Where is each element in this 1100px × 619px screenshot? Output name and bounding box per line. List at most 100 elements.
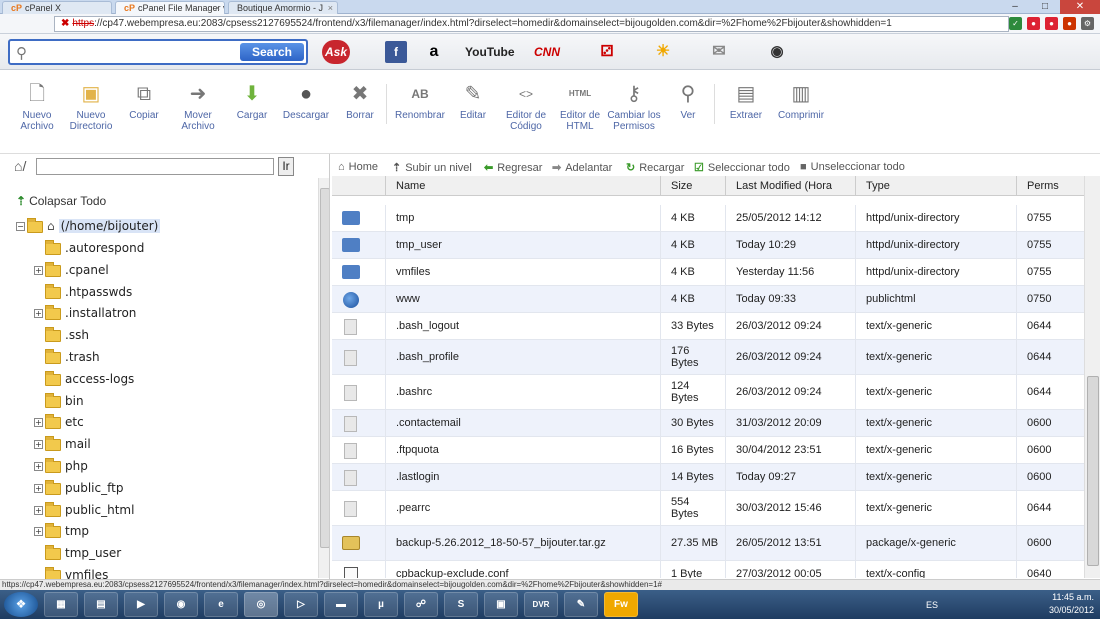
close-tab-icon[interactable]: ×: [328, 2, 333, 14]
toolbar-download[interactable]: ● Descargar: [276, 82, 336, 121]
file-list-scrollbar[interactable]: [1084, 176, 1100, 578]
tab-file-manager[interactable]: cP cPanel File Manager v ×: [115, 1, 225, 14]
toolbar-permissions[interactable]: ⚷ Cambiar los Permisos: [604, 82, 664, 132]
table-row[interactable]: tmp 4 KB 25/05/2012 14:12 httpd/unix-direct…: [332, 205, 1084, 232]
weather-icon[interactable]: ☀: [650, 41, 676, 63]
expand-node-icon[interactable]: +: [34, 309, 43, 318]
go-button[interactable]: Ir: [278, 157, 294, 176]
close-window-icon[interactable]: ✕: [1060, 0, 1100, 14]
tree-node[interactable]: + public_html: [34, 500, 134, 520]
table-row[interactable]: .bashrc 124 Bytes 26/03/2012 09:24 text/x-g…: [332, 375, 1084, 410]
close-tab-icon[interactable]: ×: [215, 2, 220, 14]
tree-node[interactable]: +.trash: [34, 347, 100, 367]
chrome-icon[interactable]: ◎: [244, 592, 278, 617]
ask-search-button[interactable]: Search: [240, 43, 304, 61]
tree-node[interactable]: +bin: [34, 391, 84, 411]
table-row[interactable]: .bash_logout 33 Bytes 26/03/2012 09:24 text…: [332, 313, 1084, 340]
home-link[interactable]: ⌂ Home: [338, 161, 378, 173]
extension-icon[interactable]: ●: [1045, 17, 1058, 30]
table-row[interactable]: backup-5.26.2012_18-50-57_bijouter.tar.g…: [332, 526, 1084, 561]
toolbar-upload[interactable]: ⬇ Cargar: [222, 82, 282, 121]
tree-node[interactable]: + public_ftp: [34, 478, 123, 498]
maximize-icon[interactable]: □: [1030, 0, 1060, 14]
toolbar-view[interactable]: ⚲ Ver: [658, 82, 718, 121]
windows-explorer-icon[interactable]: ▦: [44, 592, 78, 617]
amazon-icon[interactable]: a: [423, 41, 445, 63]
unselect-all-link[interactable]: ■ Unseleccionar todo: [800, 161, 905, 173]
header-size[interactable]: Size: [660, 176, 725, 196]
toolbar-delete[interactable]: ✖ Borrar: [330, 82, 390, 121]
expand-node-icon[interactable]: +: [34, 527, 43, 536]
skype-icon[interactable]: S: [444, 592, 478, 617]
tree-node[interactable]: + etc: [34, 412, 84, 432]
toolbar-move[interactable]: ➜ Mover Archivo: [168, 82, 228, 132]
tree-node[interactable]: +access-logs: [34, 369, 134, 389]
tree-node[interactable]: + mail: [34, 434, 91, 454]
table-row[interactable]: .pearrc 554 Bytes 30/03/2012 15:46 text/x-g…: [332, 491, 1084, 526]
ask-logo[interactable]: Ask: [322, 40, 350, 64]
select-all-link[interactable]: ☑ Seleccionar todo: [694, 161, 790, 174]
url-input[interactable]: ✖ https://cp47.webempresa.eu:2083/cpsess2…: [54, 16, 1009, 32]
extension-icon[interactable]: ●: [1027, 17, 1040, 30]
youtube-icon[interactable]: YouTube: [465, 41, 515, 63]
games-icon[interactable]: ⚂: [592, 41, 622, 63]
media-app-icon[interactable]: ▶: [124, 592, 158, 617]
table-row[interactable]: cpbackup-exclude.conf 1 Byte 27/03/2012 00…: [332, 561, 1084, 578]
network-app-icon[interactable]: ☍: [404, 592, 438, 617]
tree-node[interactable]: +.ssh: [34, 325, 89, 345]
notepad-icon[interactable]: ✎: [564, 592, 598, 617]
tree-node[interactable]: +vmfiles: [34, 565, 108, 579]
expand-node-icon[interactable]: +: [34, 506, 43, 515]
table-row[interactable]: tmp_user 4 KB Today 10:29 httpd/unix-direct…: [332, 232, 1084, 259]
expand-node-icon[interactable]: +: [34, 462, 43, 471]
toolbar-rename[interactable]: AB Renombrar: [390, 82, 450, 121]
minimize-icon[interactable]: –: [1000, 0, 1030, 14]
tree-root[interactable]: − ⌂ (/home/bijouter): [16, 216, 161, 236]
toolbar-new-file[interactable]: 🗋 Nuevo Archivo: [7, 82, 67, 132]
system-clock[interactable]: 11:45 a.m. 30/05/2012: [1049, 591, 1094, 617]
table-row[interactable]: .lastlogin 14 Bytes Today 09:27 text/x-gene…: [332, 464, 1084, 491]
toolbar-new-folder[interactable]: ▣ Nuevo Directorio: [61, 82, 121, 132]
radio-icon[interactable]: ◉: [762, 41, 792, 63]
expand-node-icon[interactable]: +: [34, 266, 43, 275]
toolbar-extract[interactable]: ▤ Extraer: [716, 82, 776, 121]
start-button[interactable]: ❖: [4, 592, 38, 617]
facebook-icon[interactable]: f: [385, 41, 407, 63]
expand-node-icon[interactable]: +: [34, 484, 43, 493]
collapse-all-link[interactable]: ⇡ Colapsar Todo: [16, 194, 106, 208]
firefox-icon[interactable]: ◉: [164, 592, 198, 617]
back-link[interactable]: ⬅ Regresar: [484, 161, 542, 174]
tree-node[interactable]: + .cpanel: [34, 260, 109, 280]
toolbar-compress[interactable]: ▥ Comprimir: [771, 82, 831, 121]
table-row[interactable]: .contactemail 30 Bytes 31/03/2012 20:09 tex…: [332, 410, 1084, 437]
up-one-level-link[interactable]: ⇡ Subir un nivel: [392, 161, 472, 174]
tree-node[interactable]: +.autorespond: [34, 238, 144, 258]
expand-node-icon[interactable]: +: [34, 440, 43, 449]
taskbar-app-icon[interactable]: ▣: [484, 592, 518, 617]
toolbar-code-editor[interactable]: <> Editor de Código: [496, 82, 556, 132]
reload-link[interactable]: ↻ Recargar: [626, 161, 684, 174]
collapse-node-icon[interactable]: −: [16, 222, 25, 231]
table-row[interactable]: .bash_profile 176 Bytes 26/03/2012 09:24 te…: [332, 340, 1084, 375]
header-name[interactable]: Name: [385, 176, 660, 196]
tab-cpanel-x[interactable]: cP cPanel X: [2, 1, 112, 14]
internet-explorer-icon[interactable]: e: [204, 592, 238, 617]
scrollbar-thumb[interactable]: [1087, 376, 1099, 566]
cnn-icon[interactable]: CNN: [528, 41, 566, 63]
ask-search-input[interactable]: ⚲ Search: [8, 39, 308, 65]
forward-link[interactable]: ➡ Adelantar: [552, 161, 612, 174]
toolbar-copy[interactable]: ⧉ Copiar: [114, 82, 174, 121]
scrollbar-thumb[interactable]: [320, 188, 329, 548]
tree-node[interactable]: + tmp: [34, 521, 89, 541]
header-last-modified[interactable]: Last Modified (Hora está: [725, 176, 855, 196]
header-perms[interactable]: Perms: [1016, 176, 1084, 196]
toolbar-edit[interactable]: ✎ Editar: [443, 82, 503, 121]
mail-icon[interactable]: ✉: [706, 41, 732, 63]
table-row[interactable]: www 4 KB Today 09:33 publichtml 0750: [332, 286, 1084, 313]
taskbar-app-icon[interactable]: ▬: [324, 592, 358, 617]
header-type[interactable]: Type: [855, 176, 1016, 196]
tree-scrollbar[interactable]: [318, 178, 329, 578]
extension-icon[interactable]: ●: [1063, 17, 1076, 30]
tree-node[interactable]: +.htpasswds: [34, 282, 132, 302]
expand-node-icon[interactable]: +: [34, 418, 43, 427]
